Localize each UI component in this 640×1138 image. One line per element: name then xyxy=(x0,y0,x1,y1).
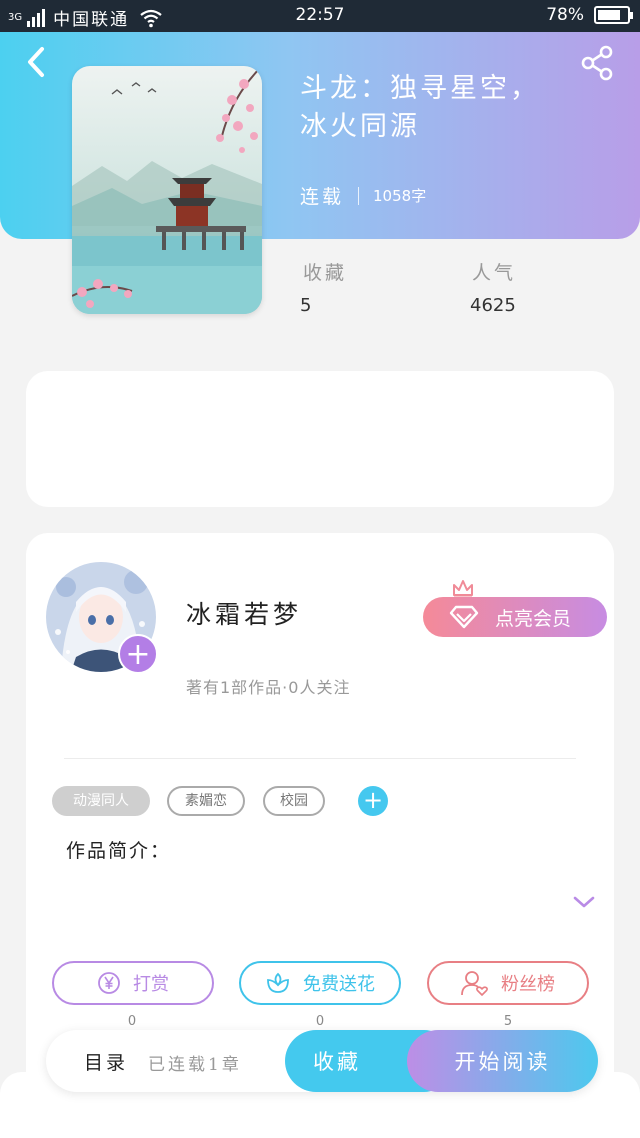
reward-count: 0 xyxy=(127,1014,137,1029)
back-icon[interactable] xyxy=(22,45,52,79)
collect-button-label: 收藏 xyxy=(313,1050,361,1074)
popularity-stat-value: 4625 xyxy=(470,295,516,316)
add-tag-button[interactable]: + xyxy=(358,786,388,816)
diamond-icon xyxy=(449,605,479,629)
status-time: 22:57 xyxy=(295,5,345,25)
collect-stat-label: 收藏 xyxy=(303,262,348,284)
book-title-line2: 冰火同源 xyxy=(300,111,420,142)
book-title: 斗龙：独寻星空， 冰火同源 xyxy=(300,70,600,146)
toc-progress[interactable]: 已连载1章 xyxy=(148,1050,242,1075)
book-word-count: 1058字 xyxy=(373,187,427,205)
battery-icon xyxy=(594,6,633,24)
tag-item[interactable]: 动漫同人 xyxy=(52,786,150,816)
book-meta: 连载 1058字 xyxy=(300,182,426,209)
reward-button-label: 打赏 xyxy=(133,974,169,995)
author-name[interactable]: 冰霜若梦 xyxy=(186,595,302,631)
meta-separator xyxy=(358,186,360,205)
fan-count: 5 xyxy=(503,1014,513,1029)
divider xyxy=(64,758,576,759)
follow-author-button[interactable]: + xyxy=(118,634,158,674)
flower-count: 0 xyxy=(315,1014,325,1029)
book-cover[interactable] xyxy=(72,66,262,314)
flower-icon xyxy=(267,972,289,993)
start-reading-button[interactable]: 开始阅读 xyxy=(407,1030,598,1092)
book-status: 连载 xyxy=(300,186,345,208)
chevron-down-icon[interactable] xyxy=(572,893,596,911)
free-flower-button-label: 免费送花 xyxy=(303,974,375,995)
vip-button[interactable]: 点亮会员 xyxy=(423,597,607,637)
reward-button[interactable]: 打赏 xyxy=(52,961,214,1005)
tag-item[interactable]: 校园 xyxy=(263,786,325,816)
collect-stat-value: 5 xyxy=(300,295,312,316)
vip-button-label: 点亮会员 xyxy=(495,607,572,630)
tag-item[interactable]: 素媚恋 xyxy=(167,786,245,816)
fan-rank-button-label: 粉丝榜 xyxy=(501,974,555,995)
battery-fill xyxy=(598,10,620,20)
battery-percent: 78% xyxy=(546,5,584,25)
author-info: 著有1部作品·0人关注 xyxy=(186,678,351,697)
start-reading-button-label: 开始阅读 xyxy=(454,1050,551,1074)
intro-label: 作品简介： xyxy=(66,840,172,862)
book-title-line1: 斗龙：独寻星空， xyxy=(300,73,540,104)
toc-button[interactable]: 目录 xyxy=(84,1048,128,1075)
status-bar: 3G 中国联通 22:57 78% xyxy=(0,0,640,32)
free-flower-button[interactable]: 免费送花 xyxy=(239,961,401,1005)
yen-coin-icon xyxy=(98,972,120,994)
popularity-stat-label: 人气 xyxy=(472,262,517,284)
crown-icon xyxy=(453,580,473,599)
book-cover-image xyxy=(72,66,262,314)
fan-user-heart-icon xyxy=(461,971,488,996)
blank-card xyxy=(26,371,614,507)
status-right: 78% xyxy=(546,5,633,25)
fan-rank-button[interactable]: 粉丝榜 xyxy=(427,961,589,1005)
